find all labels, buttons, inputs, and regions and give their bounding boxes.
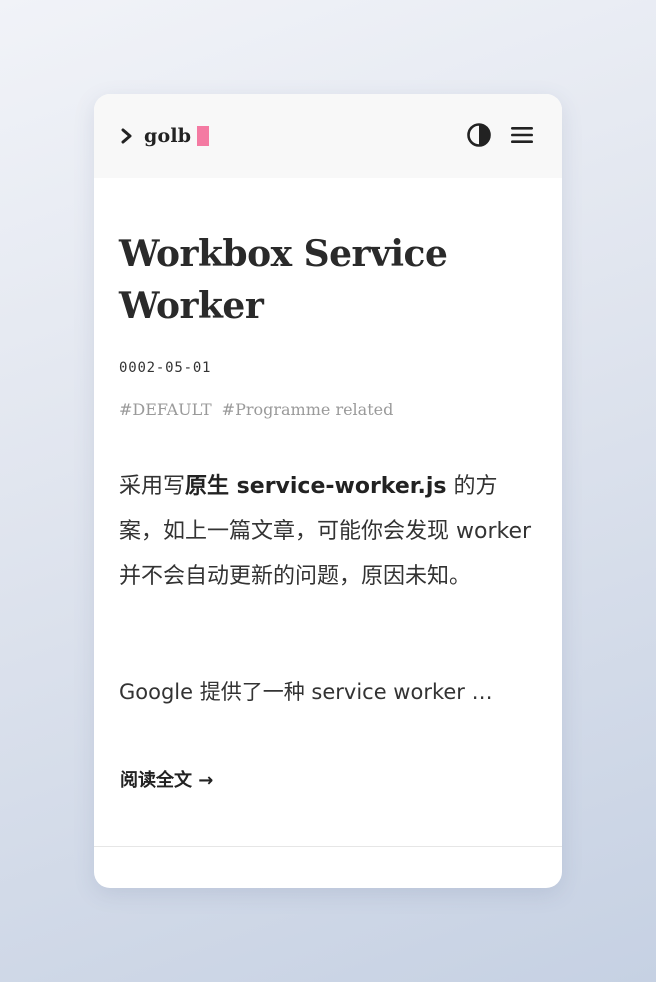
- excerpt-bold: 原生 service-worker.js: [185, 474, 447, 499]
- read-more-link[interactable]: 阅读全文 →: [120, 766, 213, 792]
- contrast-toggle-icon: [467, 123, 491, 147]
- hamburger-menu-icon: [511, 127, 533, 143]
- post-card: golb Workbox Service Worker 0002-05-01 #…: [94, 94, 562, 888]
- site-logo-link[interactable]: golb: [120, 122, 210, 150]
- divider: [94, 846, 562, 847]
- post-excerpt: 采用写原生 service-worker.js 的方案，如上一篇文章，可能你会发…: [119, 464, 537, 599]
- site-name: golb: [144, 125, 192, 147]
- cursor-block: [197, 126, 210, 146]
- menu-button[interactable]: [510, 124, 534, 146]
- post-title[interactable]: Workbox Service Worker: [119, 228, 539, 332]
- top-bar: golb: [94, 94, 562, 178]
- tag-default[interactable]: #DEFAULT: [119, 400, 212, 419]
- post-header: Workbox Service Worker: [119, 228, 539, 332]
- post-excerpt-second: Google 提供了一种 service worker …: [119, 680, 493, 704]
- tag-programme-related[interactable]: #Programme related: [222, 400, 394, 419]
- post-date: 0002-05-01: [119, 360, 212, 376]
- tag-list: #DEFAULT #Programme related: [119, 400, 393, 419]
- chevron-right-icon: [120, 127, 134, 145]
- theme-toggle-button[interactable]: [466, 122, 492, 148]
- excerpt-text: 采用写: [119, 474, 186, 499]
